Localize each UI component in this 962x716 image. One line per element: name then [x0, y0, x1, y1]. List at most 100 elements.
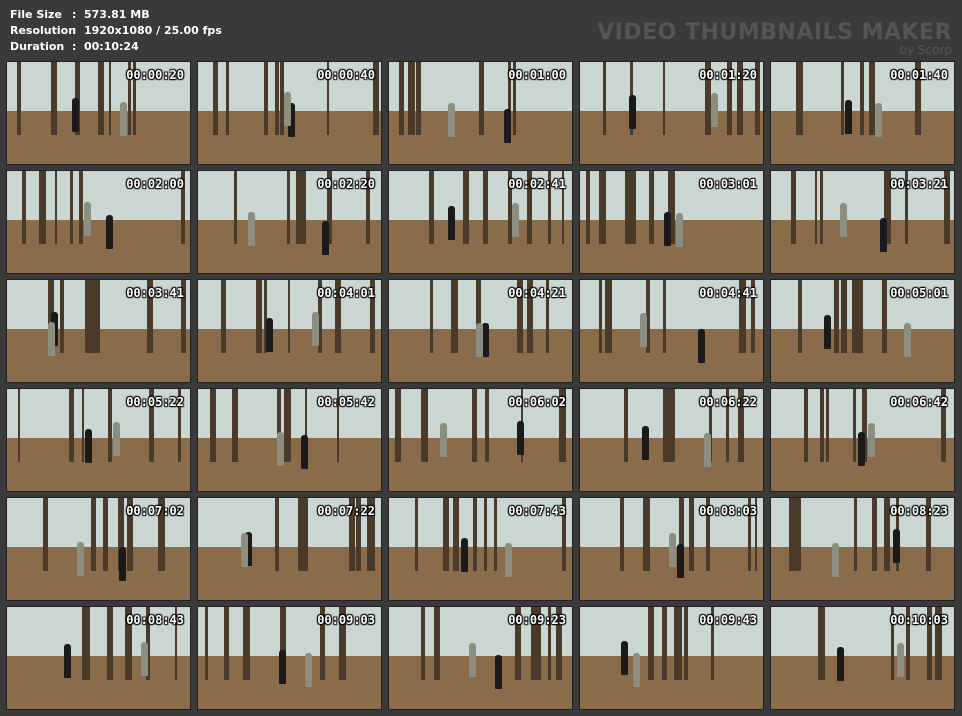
thumbnail[interactable]: 00:07:43 — [388, 497, 573, 601]
tree-trunk — [17, 62, 21, 136]
figure-dark — [698, 329, 705, 363]
thumbnail-ground — [7, 219, 190, 273]
figure-camo — [476, 323, 483, 357]
figure-dark — [482, 323, 489, 357]
file-size-separator: : — [72, 8, 77, 21]
thumbnail[interactable]: 00:02:20 — [197, 170, 382, 274]
thumbnail-timestamp: 00:06:42 — [890, 395, 948, 409]
figure-dark — [880, 218, 887, 252]
tree-trunk — [429, 171, 434, 245]
tree-trunk — [395, 389, 401, 463]
thumbnail[interactable]: 00:08:03 — [579, 497, 764, 601]
thumbnail[interactable]: 00:02:00 — [6, 170, 191, 274]
tree-trunk — [643, 498, 650, 572]
tree-trunk — [275, 498, 279, 572]
thumbnail[interactable]: 00:03:01 — [579, 170, 764, 274]
tree-trunk — [804, 389, 808, 463]
thumbnail[interactable]: 00:04:01 — [197, 279, 382, 383]
tree-trunk — [82, 607, 86, 681]
thumbnail[interactable]: 00:06:02 — [388, 388, 573, 492]
tree-trunk — [287, 171, 290, 245]
tree-trunk — [205, 607, 208, 681]
tree-trunk — [256, 280, 262, 354]
thumbnail[interactable]: 00:04:41 — [579, 279, 764, 383]
thumbnail-timestamp: 00:04:21 — [508, 286, 566, 300]
thumbnail[interactable]: 00:08:43 — [6, 606, 191, 710]
tree-trunk — [232, 389, 238, 463]
tree-trunk — [415, 498, 418, 572]
thumbnail[interactable]: 00:05:22 — [6, 388, 191, 492]
resolution-value: 1920x1080 / 25.00 fps — [84, 24, 222, 37]
thumbnail[interactable]: 00:03:41 — [6, 279, 191, 383]
thumbnail[interactable]: 00:03:21 — [770, 170, 955, 274]
thumbnail[interactable]: 00:05:42 — [197, 388, 382, 492]
tree-trunk — [494, 498, 497, 572]
figure-dark — [119, 547, 126, 581]
thumbnail[interactable]: 00:08:23 — [770, 497, 955, 601]
thumbnail[interactable]: 00:05:01 — [770, 279, 955, 383]
thumbnail-timestamp: 00:03:41 — [126, 286, 184, 300]
thumbnail-timestamp: 00:07:43 — [508, 504, 566, 518]
thumbnail[interactable]: 00:09:43 — [579, 606, 764, 710]
figure-dark — [642, 426, 649, 460]
thumbnail[interactable]: 00:09:03 — [197, 606, 382, 710]
tree-trunk — [302, 498, 308, 572]
thumbnail-ground — [771, 219, 954, 273]
thumbnail-ground — [580, 110, 763, 164]
tree-trunk — [107, 607, 113, 681]
tree-trunk — [408, 62, 415, 136]
tree-trunk — [91, 498, 96, 572]
thumbnail-timestamp: 00:06:22 — [699, 395, 757, 409]
figure-camo — [277, 432, 284, 466]
thumbnail[interactable]: 00:02:41 — [388, 170, 573, 274]
thumbnail[interactable]: 00:07:02 — [6, 497, 191, 601]
figure-dark — [461, 538, 468, 572]
tree-trunk — [791, 171, 796, 245]
tree-trunk — [789, 498, 796, 572]
tree-trunk — [18, 389, 20, 463]
tree-trunk — [820, 607, 825, 681]
file-size-label: File Size — [10, 8, 62, 21]
tree-trunk — [285, 389, 291, 463]
tree-trunk — [244, 607, 250, 681]
thumbnail-timestamp: 00:01:20 — [699, 68, 757, 82]
figure-camo — [440, 423, 447, 457]
thumbnail[interactable]: 00:09:23 — [388, 606, 573, 710]
figure-camo — [633, 653, 640, 687]
thumbnail[interactable]: 00:06:42 — [770, 388, 955, 492]
thumbnail[interactable]: 00:01:40 — [770, 61, 955, 165]
figure-dark — [495, 655, 502, 689]
thumbnail[interactable]: 00:00:40 — [197, 61, 382, 165]
thumbnail-ground — [389, 437, 572, 491]
thumbnail-timestamp: 00:10:03 — [890, 613, 948, 627]
thumbnail[interactable]: 00:10:03 — [770, 606, 955, 710]
figure-camo — [469, 643, 476, 677]
tree-trunk — [818, 607, 820, 681]
thumbnail-timestamp: 00:08:23 — [890, 504, 948, 518]
figure-camo — [113, 422, 120, 456]
tree-trunk — [624, 389, 628, 463]
thumbnail[interactable]: 00:01:20 — [579, 61, 764, 165]
thumbnail-timestamp: 00:00:20 — [126, 68, 184, 82]
thumbnail[interactable]: 00:04:21 — [388, 279, 573, 383]
thumbnail[interactable]: 00:07:22 — [197, 497, 382, 601]
tree-trunk — [826, 389, 829, 463]
figure-dark — [893, 529, 900, 563]
tree-trunk — [854, 498, 857, 572]
tree-trunk — [421, 607, 425, 681]
thumbnail-ground — [7, 437, 190, 491]
tree-trunk — [841, 280, 847, 354]
figure-dark — [301, 435, 308, 469]
tree-trunk — [798, 280, 802, 354]
thumbnail[interactable]: 00:06:22 — [579, 388, 764, 492]
figure-dark — [517, 421, 524, 455]
tree-trunk — [663, 62, 665, 136]
figure-dark — [106, 215, 113, 249]
tree-trunk — [668, 389, 675, 463]
resolution-row: Resolution : 1920x1080 / 25.00 fps — [10, 23, 222, 39]
figure-camo — [512, 203, 519, 237]
thumbnail[interactable]: 00:01:00 — [388, 61, 573, 165]
thumbnail[interactable]: 00:00:20 — [6, 61, 191, 165]
figure-camo — [676, 213, 683, 247]
tree-trunk — [108, 389, 112, 463]
